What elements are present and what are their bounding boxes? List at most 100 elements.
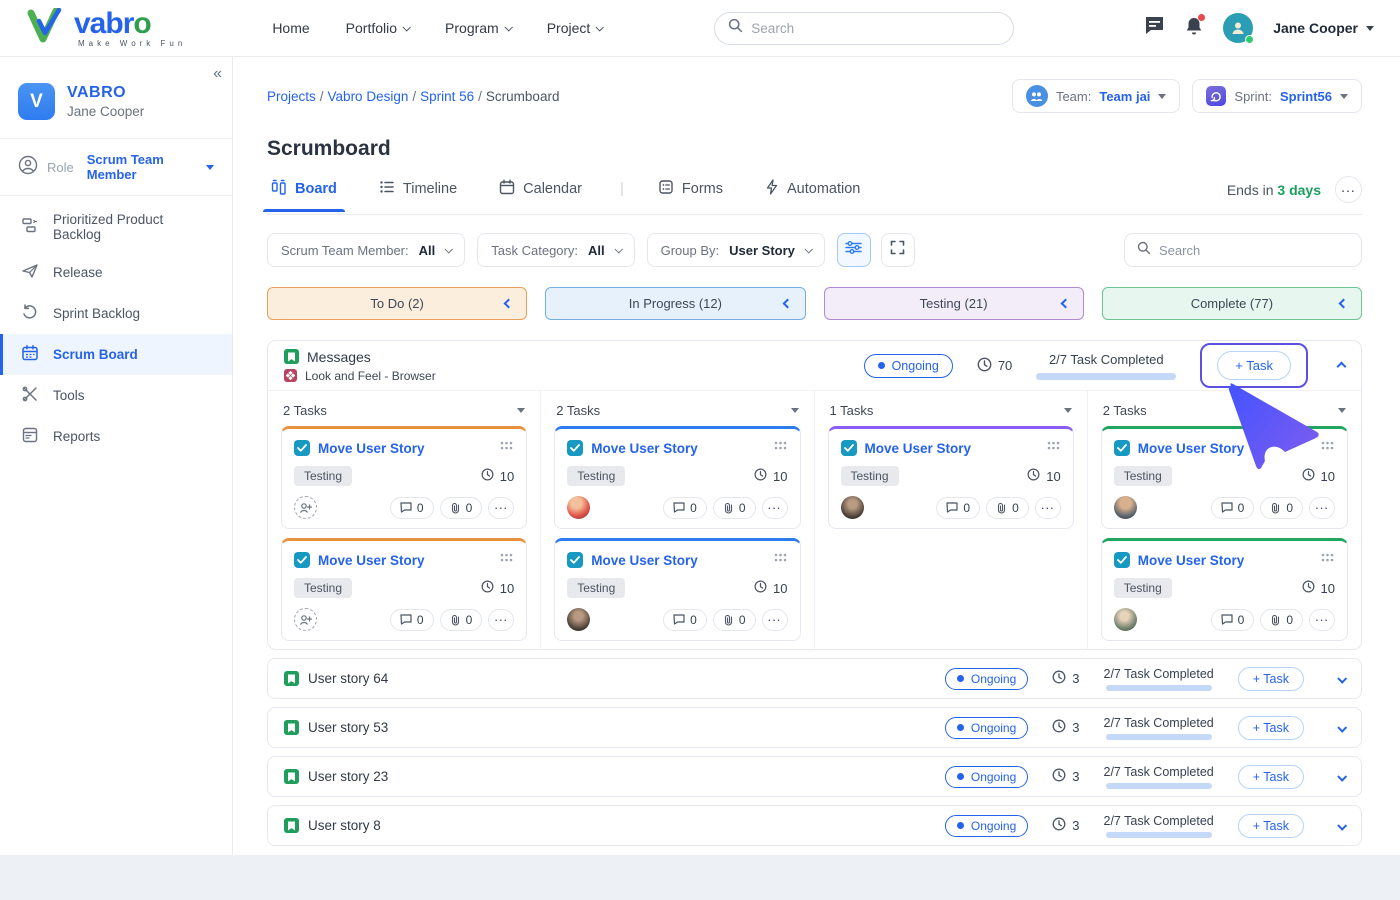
comments-count[interactable]: 0	[663, 609, 707, 631]
task-card[interactable]: Move User Story Testing 10 0 0	[1101, 538, 1348, 641]
activity-feed-icon[interactable]	[1144, 16, 1165, 40]
user-story-row[interactable]: User story 8 Ongoing 3 2/7 Task Complete…	[267, 805, 1362, 846]
sidebar-item-reports[interactable]: Reports	[0, 416, 232, 457]
drag-handle-icon[interactable]	[1321, 439, 1335, 457]
assignee-avatar[interactable]	[841, 496, 864, 519]
filter-scrum-team-member[interactable]: Scrum Team Member:All	[267, 233, 465, 267]
task-title-link[interactable]: Move User Story	[1138, 553, 1245, 568]
card-more-button[interactable]: ...	[488, 609, 514, 631]
global-search[interactable]	[714, 12, 1014, 45]
add-task-button[interactable]: + Task	[1238, 716, 1304, 740]
add-task-button[interactable]: + Task	[1238, 667, 1304, 691]
attachments-count[interactable]: 0	[713, 497, 756, 519]
user-story-row[interactable]: User story 53 Ongoing 3 2/7 Task Complet…	[267, 707, 1362, 748]
status-badge-ongoing[interactable]: Ongoing	[945, 668, 1028, 690]
card-more-button[interactable]: ...	[1309, 609, 1335, 631]
drag-handle-icon[interactable]	[1047, 439, 1061, 457]
status-badge-ongoing[interactable]: Ongoing	[945, 766, 1028, 788]
column-header-in-progress[interactable]: In Progress (12)	[545, 287, 805, 320]
tab-forms[interactable]: Forms	[654, 179, 727, 211]
card-more-button[interactable]: ...	[1309, 497, 1335, 519]
add-task-button[interactable]: + Task	[1238, 814, 1304, 838]
notifications-bell-icon[interactable]	[1185, 16, 1203, 41]
filter-task-category[interactable]: Task Category:All	[477, 233, 634, 267]
tab-timeline[interactable]: Timeline	[375, 179, 461, 211]
user-story-row[interactable]: User story 64 Ongoing 3 2/7 Task Complet…	[267, 658, 1362, 699]
story-title[interactable]: User story 8	[308, 818, 381, 833]
expand-story-chevron[interactable]	[1338, 719, 1345, 737]
sidebar-item-prioritized-product-backlog[interactable]: Prioritized Product Backlog	[0, 202, 232, 252]
card-more-button[interactable]: ...	[488, 497, 514, 519]
nav-project[interactable]: Project	[547, 20, 603, 36]
comments-count[interactable]: 0	[1211, 497, 1255, 519]
task-title-link[interactable]: Move User Story	[318, 441, 425, 456]
filter-group-by[interactable]: Group By:User Story	[647, 233, 825, 267]
nav-portfolio[interactable]: Portfolio	[346, 20, 409, 36]
task-card[interactable]: Move User Story Testing 10 0 0	[554, 426, 800, 529]
attachments-count[interactable]: 0	[1260, 497, 1303, 519]
sidebar-item-tools[interactable]: Tools	[0, 375, 232, 416]
board-search[interactable]	[1124, 233, 1362, 267]
tab-board[interactable]: Board	[267, 179, 341, 211]
breadcrumb-sprint-56[interactable]: Sprint 56	[420, 89, 474, 104]
user-menu[interactable]: Jane Cooper	[1273, 20, 1374, 36]
comments-count[interactable]: 0	[390, 609, 434, 631]
add-assignee-button[interactable]	[294, 496, 317, 519]
story-title[interactable]: User story 64	[308, 671, 388, 686]
workspace-avatar[interactable]: V	[18, 83, 55, 120]
add-assignee-button[interactable]	[294, 608, 317, 631]
task-title-link[interactable]: Move User Story	[591, 553, 698, 568]
sidebar-item-release[interactable]: Release	[0, 252, 232, 293]
chevron-down-icon[interactable]	[1064, 408, 1072, 413]
attachments-count[interactable]: 0	[440, 497, 483, 519]
add-task-button[interactable]: + Task	[1238, 765, 1304, 789]
user-story-row[interactable]: User story 23 Ongoing 3 2/7 Task Complet…	[267, 756, 1362, 797]
collapse-story-chevron[interactable]	[1338, 357, 1345, 375]
assignee-avatar[interactable]	[567, 608, 590, 631]
breadcrumb-projects[interactable]: Projects	[267, 89, 316, 104]
comments-count[interactable]: 0	[390, 497, 434, 519]
add-task-button[interactable]: + Task	[1217, 351, 1291, 380]
status-badge-ongoing[interactable]: Ongoing	[945, 815, 1028, 837]
story-title[interactable]: User story 23	[308, 769, 388, 784]
tab-calendar[interactable]: Calendar	[495, 179, 586, 211]
drag-handle-icon[interactable]	[500, 439, 514, 457]
card-more-button[interactable]: ...	[762, 497, 788, 519]
task-title-link[interactable]: Move User Story	[865, 441, 972, 456]
task-card[interactable]: Move User Story Testing 10 0 0	[281, 426, 527, 529]
sprint-selector[interactable]: Sprint: Sprint56	[1192, 79, 1362, 113]
expand-story-chevron[interactable]	[1338, 768, 1345, 786]
column-header-testing[interactable]: Testing (21)	[824, 287, 1084, 320]
task-card[interactable]: Move User Story Testing 10 0 0	[554, 538, 800, 641]
card-more-button[interactable]: ...	[762, 609, 788, 631]
comments-count[interactable]: 0	[663, 497, 707, 519]
assignee-avatar[interactable]	[567, 496, 590, 519]
chevron-down-icon[interactable]	[1338, 408, 1346, 413]
attachments-count[interactable]: 0	[440, 609, 483, 631]
more-options-button[interactable]: ...	[1335, 176, 1362, 203]
board-search-input[interactable]	[1159, 243, 1349, 258]
sidebar-item-scrum-board[interactable]: Scrum Board	[0, 334, 232, 375]
attachments-count[interactable]: 0	[986, 497, 1029, 519]
expand-story-chevron[interactable]	[1338, 817, 1345, 835]
card-more-button[interactable]: ...	[1035, 497, 1061, 519]
nav-program[interactable]: Program	[445, 20, 511, 36]
breadcrumb-vabro-design[interactable]: Vabro Design	[328, 89, 409, 104]
drag-handle-icon[interactable]	[774, 439, 788, 457]
task-title-link[interactable]: Move User Story	[1138, 441, 1245, 456]
attachments-count[interactable]: 0	[1260, 609, 1303, 631]
user-avatar[interactable]	[1223, 13, 1253, 43]
status-badge-ongoing[interactable]: Ongoing	[864, 354, 953, 378]
expand-story-chevron[interactable]	[1338, 670, 1345, 688]
comments-count[interactable]: 0	[936, 497, 980, 519]
assignee-avatar[interactable]	[1114, 496, 1137, 519]
chevron-down-icon[interactable]	[791, 408, 799, 413]
task-title-link[interactable]: Move User Story	[318, 553, 425, 568]
role-selector[interactable]: Role Scrum Team Member	[0, 139, 232, 195]
tab-automation[interactable]: Automation	[761, 179, 864, 211]
column-header-todo[interactable]: To Do (2)	[267, 287, 527, 320]
fullscreen-button[interactable]	[881, 233, 915, 267]
board-settings-button[interactable]	[837, 233, 871, 267]
task-card[interactable]: Move User Story Testing 10 0 0	[281, 538, 527, 641]
team-selector[interactable]: Team: Team jai	[1012, 79, 1180, 113]
